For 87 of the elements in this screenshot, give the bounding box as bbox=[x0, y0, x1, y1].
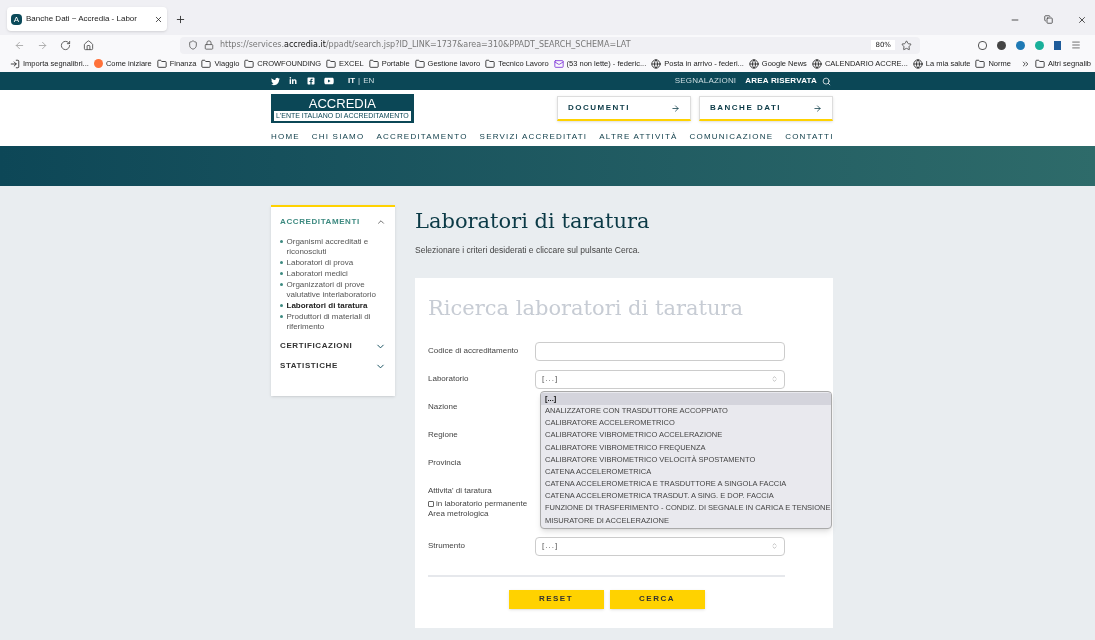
field-label: Area metrologica bbox=[428, 508, 490, 520]
arrow-icon bbox=[813, 103, 822, 113]
tab-title: Banche Dati ~ Accredia - Labor bbox=[26, 13, 138, 25]
globe-icon bbox=[748, 58, 759, 69]
arrow-icon bbox=[671, 103, 680, 113]
select-field[interactable]: [...] bbox=[535, 369, 785, 389]
action-button[interactable]: RESET bbox=[508, 589, 604, 609]
close-icon[interactable] bbox=[154, 14, 163, 24]
nav-link[interactable]: ACCREDITAMENTO bbox=[376, 130, 468, 143]
close-icon[interactable] bbox=[1077, 15, 1087, 25]
sidebar-section[interactable]: STATISTICHE bbox=[280, 360, 386, 372]
header-button[interactable]: DOCUMENTI bbox=[557, 96, 691, 121]
globe-icon bbox=[811, 58, 822, 69]
language-separator: | bbox=[358, 75, 361, 87]
folder-icon bbox=[485, 58, 496, 69]
lock-icon bbox=[204, 40, 214, 50]
sidebar-item[interactable]: Laboratori di taratura bbox=[286, 301, 368, 311]
bullet-icon bbox=[280, 283, 283, 286]
shield-icon bbox=[188, 40, 198, 50]
select-field[interactable]: [...] bbox=[535, 536, 785, 556]
sidebar-section[interactable]: ACCREDITAMENTI bbox=[280, 216, 386, 228]
form-title: Ricerca laboratori di taratura bbox=[428, 294, 744, 322]
field-label: Laboratorio bbox=[428, 372, 470, 385]
nav-link[interactable]: ALTRE ATTIVITÀ bbox=[599, 130, 678, 143]
youtube-icon[interactable] bbox=[324, 76, 334, 86]
sidebar-item[interactable]: Produttori di materiali di riferimento bbox=[286, 312, 386, 332]
field-label: Strumento bbox=[428, 539, 466, 552]
nav-link[interactable]: COMUNICAZIONE bbox=[689, 130, 774, 143]
search-icon[interactable] bbox=[822, 76, 831, 86]
folder-icon bbox=[1035, 58, 1046, 69]
linkedin-icon[interactable] bbox=[289, 77, 297, 85]
nav-link[interactable]: SERVIZI ACCREDITATI bbox=[479, 130, 588, 143]
nav-link[interactable]: CONTATTI bbox=[785, 130, 834, 143]
mail-icon bbox=[553, 58, 564, 69]
input-field[interactable] bbox=[535, 341, 785, 361]
more-bookmarks-icon[interactable] bbox=[1020, 58, 1031, 69]
globe-icon bbox=[912, 58, 923, 69]
folder-icon bbox=[368, 58, 379, 69]
folder-icon bbox=[156, 58, 167, 69]
updown-icon bbox=[771, 542, 778, 551]
reserved-area-link[interactable]: AREA RISERVATA bbox=[745, 75, 817, 87]
import-icon bbox=[10, 58, 20, 69]
field-label: Provincia bbox=[428, 456, 462, 469]
bullet-icon bbox=[280, 261, 283, 264]
page-title: Laboratori di taratura bbox=[415, 208, 651, 235]
twitter-icon[interactable] bbox=[271, 76, 280, 86]
sidebar-item[interactable]: Organizzatori di prove valutative interlaboratorio bbox=[286, 280, 386, 300]
sidebar-item[interactable]: Organismi accreditati e riconosciuti bbox=[286, 237, 386, 257]
globe-icon bbox=[651, 58, 662, 69]
field-label: Nazione bbox=[428, 400, 459, 413]
tab-favicon: A bbox=[11, 13, 22, 25]
top-link[interactable]: SEGNALAZIONI bbox=[674, 75, 737, 87]
folder-icon bbox=[201, 58, 212, 69]
sidebar-section[interactable]: CERTIFICAZIONI bbox=[280, 340, 386, 352]
bookmark-star-icon[interactable] bbox=[901, 39, 912, 51]
bullet-icon bbox=[280, 315, 283, 318]
updown-icon bbox=[771, 375, 778, 384]
facebook-icon[interactable] bbox=[307, 77, 315, 85]
sidebar-item[interactable]: Laboratori medici bbox=[286, 269, 348, 279]
bullet-icon bbox=[280, 304, 283, 307]
home-icon[interactable] bbox=[83, 39, 94, 51]
field-label: Regione bbox=[428, 428, 459, 441]
folder-icon bbox=[326, 58, 337, 69]
checkbox[interactable] bbox=[428, 500, 434, 507]
field-label: Attivita' di taratura bbox=[428, 484, 493, 497]
bullet-icon bbox=[280, 272, 283, 275]
chevron-up-icon bbox=[376, 217, 386, 227]
folder-icon bbox=[414, 58, 425, 69]
new-tab-icon[interactable] bbox=[175, 14, 186, 25]
sidebar-item[interactable]: Laboratori di prova bbox=[286, 258, 354, 268]
checkbox-label[interactable]: in laboratorio permanente bbox=[436, 497, 528, 510]
folder-icon bbox=[244, 58, 255, 69]
nav-link[interactable]: CHI SIAMO bbox=[311, 130, 365, 143]
nav-link[interactable]: HOME bbox=[271, 130, 300, 143]
folder-icon bbox=[975, 58, 986, 69]
reload-icon[interactable] bbox=[60, 39, 71, 51]
restore-icon[interactable] bbox=[1044, 15, 1053, 24]
browser-logo-icon bbox=[93, 59, 103, 68]
url-text: https://services.accredia.it/ppadt/search.jsp?ID_LINK=1737&area=310&PPADT_SEARCH_SCHEMA=LAT bbox=[220, 39, 632, 51]
header-button[interactable]: BANCHE DATI bbox=[699, 96, 833, 121]
bullet-icon bbox=[280, 240, 283, 243]
field-label: Codice di accreditamento bbox=[428, 344, 520, 357]
page-subtitle: Selezionare i criteri desiderati e cliccare sul pulsante Cerca. bbox=[415, 244, 641, 257]
language-link[interactable]: IT bbox=[348, 75, 356, 87]
action-button[interactable]: CERCA bbox=[609, 589, 705, 609]
language-link[interactable]: EN bbox=[363, 75, 375, 87]
browser-tab[interactable]: A Banche Dati ~ Accredia - Labor bbox=[7, 7, 167, 31]
